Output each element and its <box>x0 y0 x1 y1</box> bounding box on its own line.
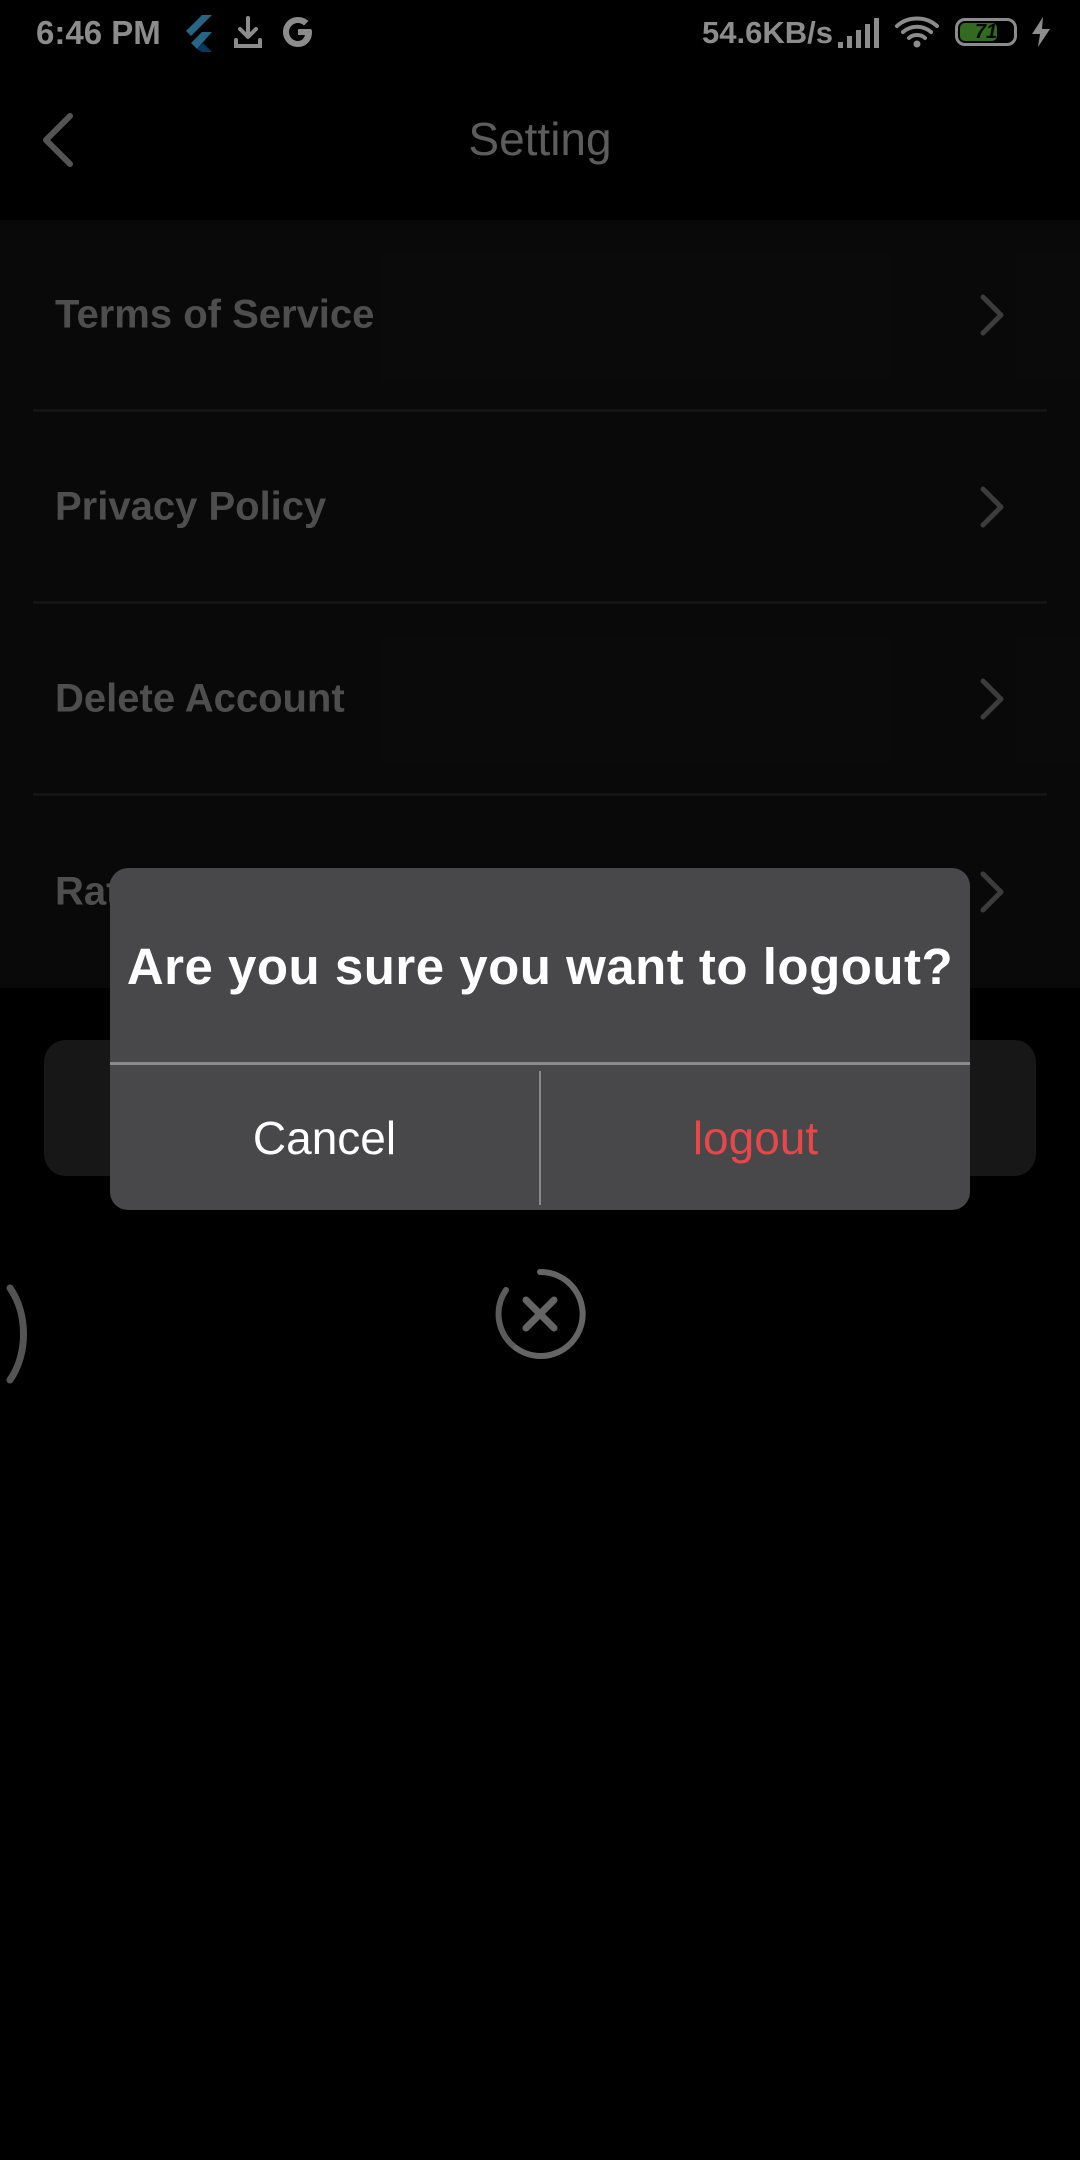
logout-button[interactable]: logout <box>541 1065 970 1210</box>
dialog-message: Are you sure you want to logout? <box>126 937 954 995</box>
cancel-button[interactable]: Cancel <box>110 1065 539 1210</box>
logout-confirm-dialog: Are you sure you want to logout? Cancel … <box>110 868 970 1210</box>
screen: 6:46 PM 54.6KB/s 71 Setting Terms of Ser… <box>0 0 1080 2160</box>
